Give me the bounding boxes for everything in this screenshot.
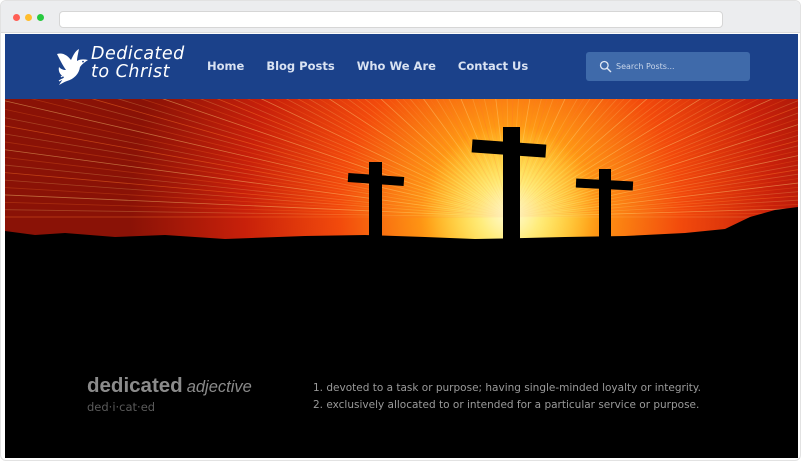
close-window-button[interactable]: [13, 14, 20, 21]
address-bar[interactable]: [59, 11, 723, 28]
sense-item: 1. devoted to a task or purpose; having …: [313, 382, 701, 394]
minimize-window-button[interactable]: [25, 14, 32, 21]
dove-icon: [57, 49, 88, 85]
definition-term: dedicated: [87, 374, 183, 397]
hero-banner: dedicated adjective ded·i·cat·ed 1. devot…: [5, 99, 798, 458]
nav-contact-us[interactable]: Contact Us: [458, 59, 528, 73]
browser-window: Dedicated to Christ Home Blog Posts Who …: [0, 0, 801, 461]
definition-section: dedicated adjective ded·i·cat·ed 1. devot…: [5, 374, 798, 458]
nav-who-we-are[interactable]: Who We Are: [357, 59, 436, 73]
sense-item: 2. exclusively allocated to or intended …: [313, 398, 700, 411]
search-icon[interactable]: [599, 60, 612, 73]
site-logo[interactable]: Dedicated to Christ: [55, 45, 185, 89]
browser-chrome: [1, 1, 800, 33]
definition-senses: 1. devoted to a task or purpose; having …: [313, 380, 701, 413]
top-navbar: Dedicated to Christ Home Blog Posts Who …: [5, 34, 798, 99]
nav-home[interactable]: Home: [207, 59, 244, 73]
term-block: dedicated adjective ded·i·cat·ed: [87, 374, 252, 414]
maximize-window-button[interactable]: [37, 14, 44, 21]
logo-text: Dedicated to Christ: [91, 45, 185, 81]
nav-blog-posts[interactable]: Blog Posts: [266, 59, 334, 73]
syllable-breakdown: ded·i·cat·ed: [87, 400, 156, 414]
logo-line-2: to Christ: [91, 62, 170, 82]
search-input[interactable]: [616, 57, 742, 76]
search-box[interactable]: [586, 52, 750, 81]
website: Dedicated to Christ Home Blog Posts Who …: [5, 34, 798, 458]
part-of-speech: adjective: [186, 378, 252, 396]
logo-line-1: Dedicated: [91, 44, 185, 64]
main-navigation: Home Blog Posts Who We Are Contact Us: [207, 59, 528, 73]
